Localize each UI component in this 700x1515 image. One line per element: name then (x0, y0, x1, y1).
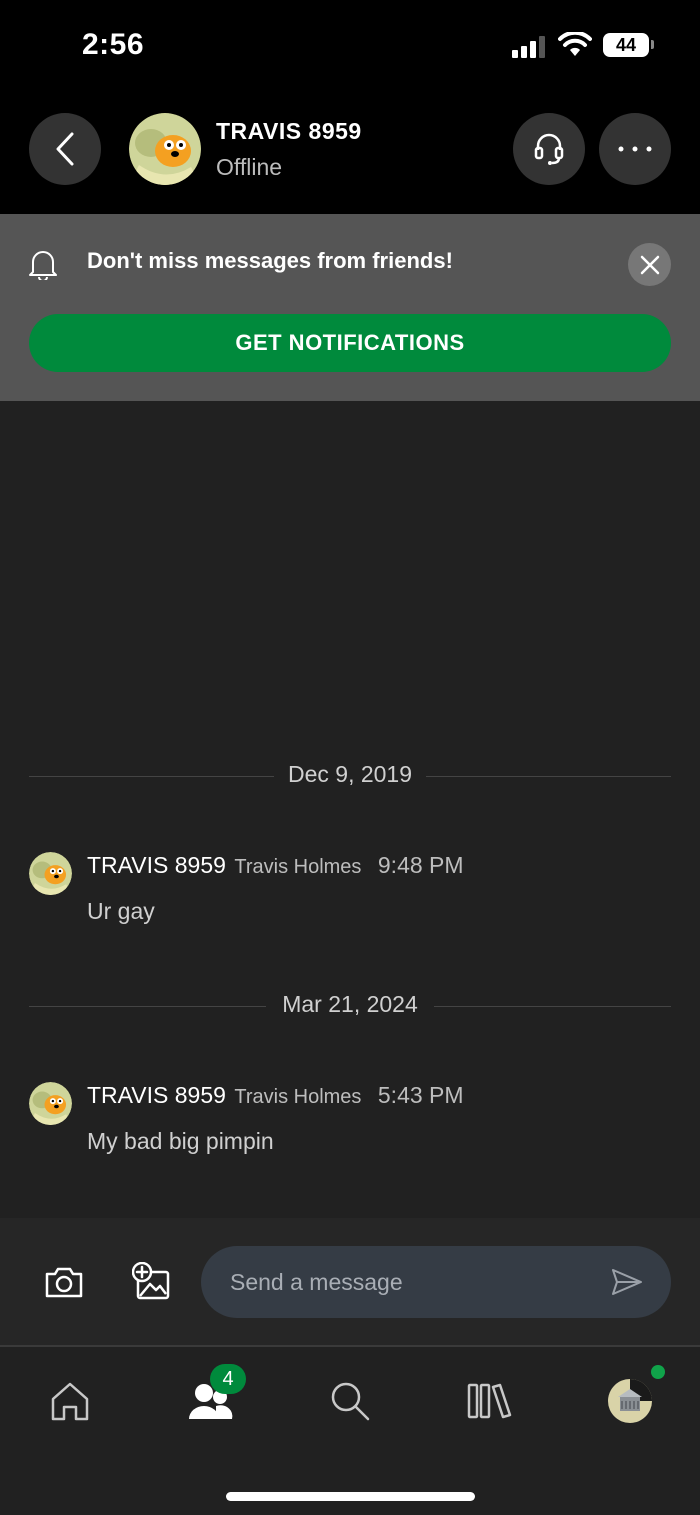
message-header: TRAVIS 8959 Travis Holmes 9:48 PM (87, 852, 464, 879)
profile-avatar (608, 1379, 652, 1423)
date-label: Dec 9, 2019 (287, 761, 413, 787)
wifi-icon (558, 32, 592, 56)
message-item[interactable]: TRAVIS 8959 Travis Holmes 5:43 PM My bad… (29, 1082, 671, 1172)
sender-avatar-image (29, 852, 72, 895)
date-label: Mar 21, 2024 (282, 991, 418, 1017)
back-chevron-icon (56, 132, 74, 166)
online-status-dot (651, 1365, 665, 1379)
sender-real-name: Travis Holmes (234, 1086, 362, 1108)
sender-real-name: Travis Holmes (234, 856, 362, 878)
friend-avatar[interactable] (129, 113, 201, 185)
tab-search[interactable] (326, 1377, 374, 1425)
notification-banner: Don't miss messages from friends! GET NO… (0, 214, 700, 401)
status-bar: 2:56 44 (0, 0, 700, 100)
sender-gamertag: TRAVIS 8959 (87, 852, 226, 878)
date-separator: Dec 9, 2019 (29, 761, 671, 791)
date-separator: Mar 21, 2024 (29, 991, 671, 1021)
bottom-tab-bar: 4 (0, 1347, 700, 1515)
message-text: My bad big pimpin (87, 1128, 274, 1154)
home-icon (51, 1382, 89, 1421)
sender-avatar[interactable] (29, 1082, 72, 1125)
get-notifications-button[interactable]: GET NOTIFICATIONS (29, 314, 671, 372)
battery-indicator: 44 (603, 33, 649, 57)
sender-gamertag: TRAVIS 8959 (87, 1082, 226, 1108)
tab-home[interactable] (46, 1377, 94, 1425)
camera-icon[interactable] (44, 1264, 84, 1300)
friend-gamertag: TRAVIS 8959 (216, 118, 362, 144)
close-icon (640, 255, 659, 274)
message-header: TRAVIS 8959 Travis Holmes 5:43 PM (87, 1082, 464, 1109)
headset-icon (534, 133, 564, 165)
tab-library[interactable] (466, 1377, 514, 1425)
more-options-button[interactable] (599, 113, 671, 185)
message-composer (0, 1218, 700, 1346)
message-item[interactable]: TRAVIS 8959 Travis Holmes 9:48 PM Ur gay (29, 852, 671, 942)
bell-icon (29, 251, 57, 280)
message-time: 9:48 PM (377, 852, 464, 878)
send-icon[interactable] (611, 1268, 643, 1296)
home-indicator (226, 1492, 475, 1501)
message-time: 5:43 PM (377, 1082, 464, 1108)
add-image-icon[interactable] (132, 1262, 172, 1302)
tab-profile[interactable] (606, 1377, 654, 1425)
friends-badge: 4 (210, 1364, 246, 1394)
message-text: Ur gay (87, 898, 155, 924)
dismiss-banner-button[interactable] (628, 243, 671, 286)
more-icon (618, 146, 652, 152)
party-chat-button[interactable] (513, 113, 585, 185)
friend-avatar-image (129, 113, 201, 185)
search-icon (331, 1382, 370, 1421)
library-icon (467, 1383, 512, 1419)
status-time: 2:56 (82, 28, 145, 61)
notification-prompt-text: Don't miss messages from friends! (87, 248, 453, 273)
message-input[interactable] (201, 1246, 671, 1318)
sender-avatar[interactable] (29, 852, 72, 895)
battery-tip (651, 40, 654, 49)
sender-avatar-image (29, 1082, 72, 1125)
cellular-signal-icon (512, 34, 548, 58)
friend-presence: Offline (216, 154, 283, 180)
back-button[interactable] (29, 113, 101, 185)
chat-header: TRAVIS 8959 Offline (0, 100, 700, 214)
